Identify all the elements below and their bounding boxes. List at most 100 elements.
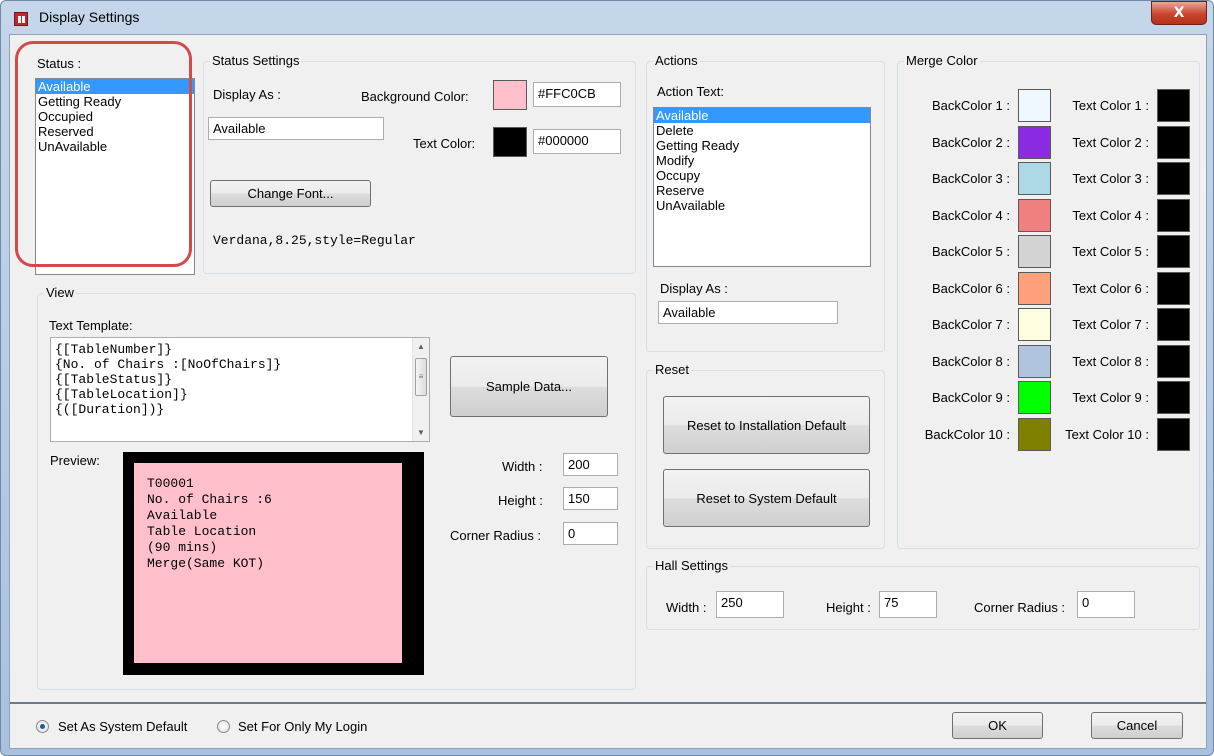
change-font-button[interactable]: Change Font...: [210, 180, 371, 207]
textcolor-label: Text Color 10 :: [1065, 426, 1149, 442]
text-color-swatch[interactable]: [493, 127, 527, 157]
corner-radius-label: Corner Radius :: [450, 528, 542, 543]
backcolor-label: BackColor 5 :: [931, 244, 1010, 259]
cancel-button[interactable]: Cancel: [1091, 712, 1183, 739]
view-label: View: [44, 285, 76, 301]
radio-my-login-label[interactable]: Set For Only My Login: [238, 719, 367, 734]
preview-line: Merge(Same KOT): [147, 556, 265, 571]
title-bar[interactable]: Display Settings X: [1, 1, 1213, 35]
hall-corner-radius-input[interactable]: 0: [1077, 591, 1135, 618]
backcolor-swatch[interactable]: [1018, 308, 1051, 341]
hall-corner-radius-label: Corner Radius :: [974, 600, 1066, 615]
height-label: Height :: [498, 493, 543, 508]
preview-frame: T00001 No. of Chairs :6 Available Table Loc…: [123, 452, 424, 675]
highlight-circle-annotation: [15, 41, 192, 267]
action-list-item[interactable]: Reserve: [654, 183, 870, 198]
text-template-label: Text Template:: [49, 318, 133, 333]
backcolor-swatch[interactable]: [1018, 198, 1051, 232]
hall-width-input[interactable]: 250: [716, 591, 784, 618]
preview-line: (90 mins): [147, 540, 218, 555]
height-input[interactable]: 150: [563, 487, 618, 510]
close-button[interactable]: X: [1151, 1, 1207, 25]
hall-settings-label: Hall Settings: [653, 558, 730, 574]
action-text-listbox[interactable]: Available Delete Getting Ready Modify Occupy…: [653, 107, 871, 267]
backcolor-label: BackColor 6 :: [931, 280, 1010, 296]
textcolor-swatch[interactable]: [1157, 417, 1190, 451]
radio-my-login[interactable]: [217, 720, 230, 733]
width-input[interactable]: 200: [563, 453, 618, 476]
backcolor-swatch[interactable]: [1018, 417, 1051, 451]
backcolor-swatch[interactable]: [1018, 162, 1051, 195]
status-settings-label: Status Settings: [210, 53, 302, 69]
display-as-input[interactable]: Available: [208, 117, 384, 140]
backcolor-swatch[interactable]: [1018, 125, 1051, 159]
ok-button[interactable]: OK: [952, 712, 1043, 739]
textcolor-label: Text Color 7 :: [1072, 317, 1149, 332]
textcolor-swatch[interactable]: [1157, 381, 1190, 414]
backcolor-swatch[interactable]: [1018, 344, 1051, 378]
textcolor-swatch[interactable]: [1157, 89, 1190, 122]
textcolor-swatch[interactable]: [1157, 344, 1190, 378]
corner-radius-input[interactable]: 0: [563, 522, 618, 545]
actions-display-as-input[interactable]: Available: [658, 301, 838, 324]
display-as-label: Display As :: [213, 87, 281, 102]
backcolor-swatch[interactable]: [1018, 89, 1051, 122]
radio-system-default[interactable]: [36, 720, 49, 733]
textcolor-swatch[interactable]: [1157, 271, 1190, 305]
textcolor-label: Text Color 5 :: [1072, 244, 1149, 259]
scroll-up-arrow-icon[interactable]: ▲: [417, 342, 425, 351]
backcolor-label: BackColor 3 :: [931, 171, 1010, 186]
action-list-item[interactable]: Modify: [654, 153, 870, 168]
dialog-window: Display Settings X Status : Available Get…: [0, 0, 1214, 756]
template-line: {[TableStatus]}: [55, 372, 173, 387]
scroll-down-arrow-icon[interactable]: ▼: [417, 428, 425, 437]
action-list-item[interactable]: Available: [654, 108, 870, 123]
text-template-content: {[TableNumber]} {No. of Chairs :[NoOfChai…: [55, 342, 281, 417]
font-info-text: Verdana,8.25,style=Regular: [213, 233, 416, 248]
background-color-swatch[interactable]: [493, 80, 527, 110]
textcolor-label: Text Color 8 :: [1072, 353, 1149, 369]
action-list-item[interactable]: Occupy: [654, 168, 870, 183]
text-template-textarea[interactable]: {[TableNumber]} {No. of Chairs :[NoOfChai…: [50, 337, 430, 442]
footer-divider: [10, 702, 1206, 704]
background-color-hex-input[interactable]: #FFC0CB: [533, 82, 621, 107]
backcolor-swatch[interactable]: [1018, 381, 1051, 414]
hall-height-label: Height :: [826, 600, 871, 615]
scroll-thumb[interactable]: ≡: [415, 358, 427, 396]
action-list-item[interactable]: UnAvailable: [654, 198, 870, 213]
reset-installation-default-button[interactable]: Reset to Installation Default: [663, 396, 870, 454]
textcolor-swatch[interactable]: [1157, 235, 1190, 268]
textcolor-label: Text Color 3 :: [1072, 171, 1149, 186]
template-line: {[TableLocation]}: [55, 387, 188, 402]
template-scrollbar[interactable]: ▲ ≡ ▼: [412, 338, 429, 441]
radio-system-default-label[interactable]: Set As System Default: [58, 719, 187, 734]
textcolor-swatch[interactable]: [1157, 125, 1190, 159]
sample-data-button[interactable]: Sample Data...: [450, 356, 608, 417]
action-list-item[interactable]: Getting Ready: [654, 138, 870, 153]
preview-line: T00001: [147, 476, 194, 491]
backcolor-label: BackColor 9 :: [931, 390, 1010, 405]
textcolor-swatch[interactable]: [1157, 198, 1190, 232]
textcolor-label: Text Color 4 :: [1072, 207, 1149, 223]
reset-label: Reset: [653, 362, 691, 378]
action-list-item[interactable]: Delete: [654, 123, 870, 138]
textcolor-label: Text Color 1 :: [1072, 98, 1149, 113]
preview-label: Preview:: [50, 453, 100, 468]
width-label: Width :: [502, 459, 543, 474]
preview-line: No. of Chairs :6: [147, 492, 272, 507]
backcolor-label: BackColor 8 :: [931, 353, 1010, 369]
textcolor-swatch[interactable]: [1157, 308, 1190, 341]
reset-system-default-button[interactable]: Reset to System Default: [663, 469, 870, 527]
textcolor-label: Text Color 2 :: [1072, 134, 1149, 150]
actions-display-as-label: Display As :: [660, 281, 728, 296]
template-line: {[TableNumber]}: [55, 342, 173, 357]
actions-label: Actions: [653, 53, 700, 69]
text-color-hex-input[interactable]: #000000: [533, 129, 621, 154]
backcolor-swatch[interactable]: [1018, 235, 1051, 268]
backcolor-swatch[interactable]: [1018, 271, 1051, 305]
preview-line: Table Location: [147, 524, 257, 539]
text-color-label: Text Color:: [413, 136, 476, 151]
hall-height-input[interactable]: 75: [879, 591, 937, 618]
backcolor-label: BackColor 2 :: [931, 134, 1010, 150]
textcolor-swatch[interactable]: [1157, 162, 1190, 195]
